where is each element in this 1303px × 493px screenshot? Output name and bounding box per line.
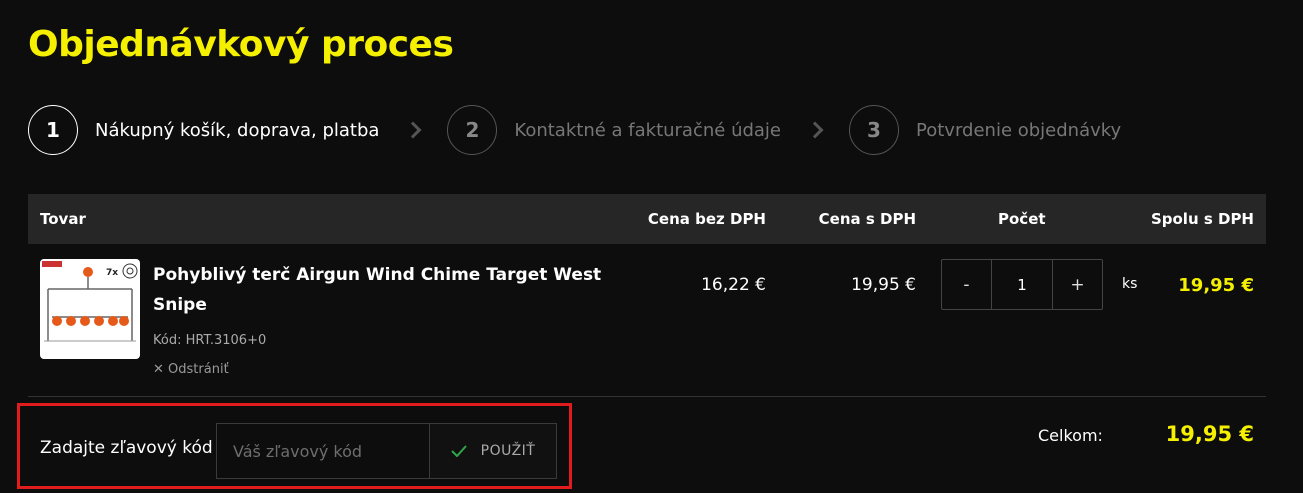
step-number: 3 [849, 105, 900, 155]
header-total: Spolu s DPH [1150, 210, 1254, 228]
apply-label: POUŽIŤ [480, 443, 536, 459]
coupon-section: Zadajte zľavový kód POUŽIŤ [17, 403, 572, 489]
cart-row: 7x Pohyblivý terč Airgun Wind Chime Targ… [28, 245, 1266, 397]
price-inc-vat: 19,95 € [851, 275, 916, 295]
remove-item-link[interactable]: ✕ Odstrániť [153, 362, 229, 377]
price-ex-vat: 16,22 € [701, 275, 766, 295]
decrease-button[interactable]: - [942, 260, 991, 309]
coupon-label: Zadajte zľavový kód [40, 438, 213, 458]
thumb-multiplier: 7x [106, 268, 118, 278]
line-total: 19,95 € [1178, 275, 1254, 296]
step-cart[interactable]: 1 Nákupný košík, doprava, platba [28, 105, 379, 155]
checkout-steps: 1 Nákupný košík, doprava, platba 2 Konta… [28, 105, 1121, 155]
header-product: Tovar [40, 210, 86, 228]
chevron-right-icon [806, 121, 824, 139]
coupon-input[interactable] [216, 423, 429, 479]
step-label: Potvrdenie objednávky [916, 119, 1122, 141]
remove-label: Odstrániť [168, 362, 229, 377]
step-label: Nákupný košík, doprava, platba [95, 119, 380, 141]
quantity-input[interactable]: 1 [991, 260, 1053, 309]
step-number: 1 [28, 105, 78, 155]
step-confirm[interactable]: 3 Potvrdenie objednávky [849, 105, 1121, 155]
quantity-unit: ks [1122, 276, 1138, 292]
cart-table-header: Tovar Cena bez DPH Cena s DPH Počet Spol… [28, 194, 1266, 244]
product-name[interactable]: Pohyblivý terč Airgun Wind Chime Target … [153, 260, 623, 320]
total-label: Celkom: [1038, 426, 1103, 445]
quantity-stepper: - 1 + [941, 259, 1103, 310]
step-contact[interactable]: 2 Kontaktné a fakturačné údaje [447, 105, 781, 155]
chevron-right-icon [404, 121, 422, 139]
header-price-inc-vat: Cena s DPH [818, 210, 916, 228]
close-icon: ✕ [153, 362, 164, 377]
header-quantity: Počet [998, 210, 1046, 228]
header-price-ex-vat: Cena bez DPH [647, 210, 766, 228]
page-title: Objednávkový proces [28, 24, 454, 65]
product-image[interactable]: 7x [40, 259, 140, 359]
step-number: 2 [447, 105, 498, 155]
apply-coupon-button[interactable]: POUŽIŤ [429, 423, 557, 479]
increase-button[interactable]: + [1053, 260, 1102, 309]
check-icon [450, 445, 467, 457]
step-label: Kontaktné a fakturačné údaje [514, 119, 782, 141]
total-value: 19,95 € [1165, 422, 1254, 446]
product-code: Kód: HRT.3106+0 [153, 333, 267, 348]
